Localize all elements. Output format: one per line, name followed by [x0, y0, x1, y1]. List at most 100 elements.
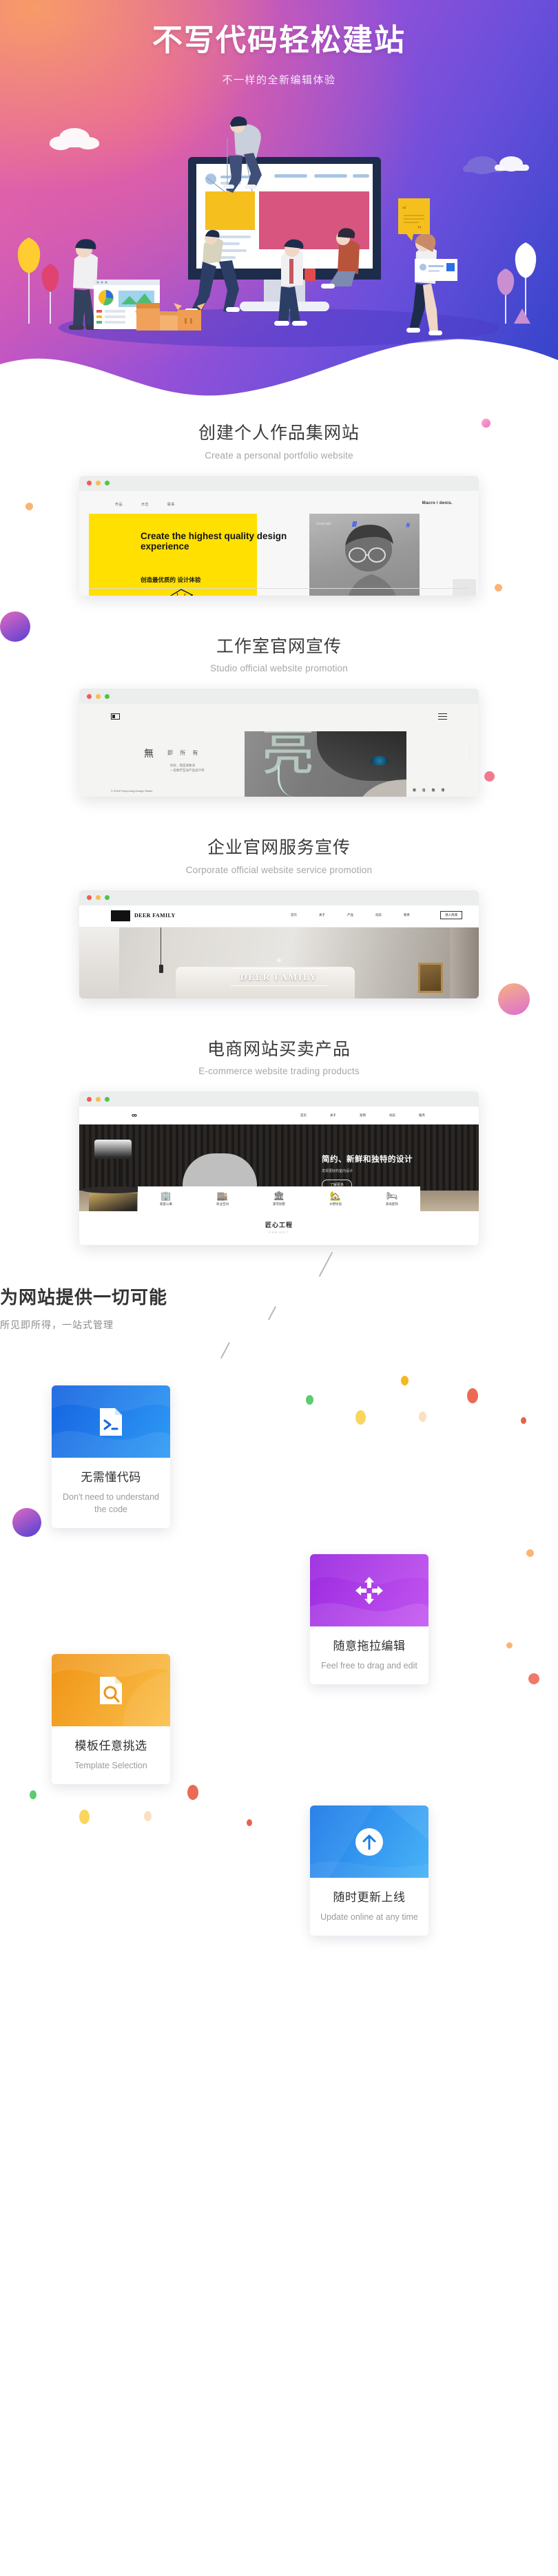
nav-item-home[interactable]: 首页	[300, 1113, 307, 1118]
deco-circle-purple-2	[12, 1508, 41, 1537]
mockup-nav-item[interactable]: 联系	[167, 502, 175, 507]
card-text-area: 随意拖拉编辑 Feel free to drag and edit	[310, 1626, 428, 1684]
deco-circle-orange-pink	[498, 983, 530, 1015]
minimize-dot-icon	[96, 693, 101, 699]
confetti-dot-green-2	[30, 1790, 37, 1799]
desc-line-1: 你好，我是梁敏涛	[170, 764, 195, 767]
confetti-dot-peach	[419, 1412, 426, 1422]
card-title-cn: 无需懂代码	[81, 1471, 141, 1484]
gray-placeholder-block	[453, 578, 476, 596]
feature-card-templates[interactable]: 模板任意挑选 Template Selection	[52, 1654, 170, 1785]
isometric-bar-icon	[169, 588, 194, 596]
nav-item-news[interactable]: 动态	[375, 913, 382, 917]
nav-item-products[interactable]: 产品	[347, 913, 353, 917]
section-title: 创建个人作品集网站	[198, 423, 360, 443]
section-title: 电商网站买卖产品	[207, 1039, 351, 1059]
studio-logo-icon[interactable]	[111, 713, 120, 720]
landing-page: 不写代码轻松建站 不一样的全新编辑体验 “ ” 创建个人作品集网站 Create…	[0, 0, 558, 1936]
card-icon-area	[52, 1385, 170, 1458]
furniture-icon: 🛏	[386, 1191, 398, 1201]
nav-item-service[interactable]: 服务	[419, 1113, 425, 1118]
antler-icon: ⌖	[276, 954, 282, 966]
mockup-nav: 作品 日志 联系	[115, 502, 175, 507]
enter-shop-button[interactable]: 进入商城	[440, 910, 462, 919]
hamburger-menu-icon[interactable]	[438, 713, 447, 722]
category-furniture[interactable]: 🛏 家具配饰	[386, 1191, 398, 1206]
face-profile-silhouette	[362, 779, 406, 797]
project-title-en: PROJECT	[269, 1231, 289, 1234]
confetti-dot-red	[467, 1388, 478, 1403]
card-icon-area	[310, 1805, 428, 1878]
office-icon: 🏬	[216, 1191, 229, 1201]
section-ecommerce: 电商网站买卖产品 E-commerce website trading prod…	[0, 998, 558, 1245]
nav-item-about[interactable]: 关于	[330, 1113, 336, 1118]
card-title-cn: 随时更新上线	[333, 1891, 406, 1904]
confetti-dot-peach-2	[144, 1811, 152, 1821]
nav-item-home[interactable]: 首页	[291, 913, 297, 917]
mockup-content: 作品 日志 联系 Macro / denis. Create the highe…	[79, 490, 479, 596]
mockup-content: 無 即 所 有 你好，我是梁敏涛 一名数字互动产品设计师 亮 ······· ©…	[79, 704, 479, 797]
category-label: 乡野民宿	[329, 1202, 342, 1206]
mockup-headline-cn: 创造最优质的 设计体验	[141, 576, 201, 583]
deco-dot-orange-1	[25, 503, 33, 510]
deco-circle-purple-1	[0, 611, 30, 642]
card-title-cn: 随意拖拉编辑	[333, 1640, 406, 1653]
browser-mockup-portfolio[interactable]: 作品 日志 联系 Macro / denis. Create the highe…	[79, 475, 479, 596]
feature-card-update-online[interactable]: 随时更新上线 Update online at any time	[310, 1805, 428, 1936]
maximize-dot-icon	[105, 1096, 110, 1102]
minimize-dot-icon	[96, 895, 101, 900]
hero-subtitle: 不一样的全新编辑体验	[222, 74, 336, 87]
feature-card-drag-edit[interactable]: 随意拖拉编辑 Feel free to drag and edit	[310, 1554, 428, 1685]
confetti-dot-yellow	[401, 1376, 409, 1385]
corporate-navbar: DEER FAMILY 首页 关于 产品 动态 联系 进入商城	[79, 905, 479, 928]
feature-card-no-code[interactable]: 无需懂代码 Don't need to understand the code	[52, 1385, 170, 1529]
svg-text:”: ”	[417, 224, 422, 234]
deco-dot-pink-2	[484, 771, 495, 782]
section-corporate: 企业官网服务宣传 Corporate official website serv…	[0, 797, 558, 998]
minimize-dot-icon	[96, 1096, 101, 1102]
category-homestay[interactable]: 🏡 乡野民宿	[329, 1191, 342, 1206]
confetti-dot-red-2	[187, 1785, 198, 1800]
category-villa[interactable]: 🏛 豪宅别墅	[273, 1191, 285, 1206]
browser-mockup-studio[interactable]: 無 即 所 有 你好，我是梁敏涛 一名数字互动产品设计师 亮 ······· ©…	[79, 689, 479, 797]
maximize-dot-icon	[105, 693, 110, 699]
category-label: 豪宅别墅	[273, 1202, 285, 1206]
corporate-hero-image: ⌖ DEER FAMILY	[79, 927, 479, 998]
studio-description: 你好，我是梁敏涛 一名数字互动产品设计师	[170, 763, 205, 773]
nav-item-cases[interactable]: 案例	[360, 1113, 366, 1118]
card-title-en: Don't need to understand the code	[63, 1492, 159, 1515]
nav-item-about[interactable]: 关于	[319, 913, 325, 917]
nav-item-contact[interactable]: 联系	[404, 913, 410, 917]
section-portfolio: 创建个人作品集网站 Create a personal portfolio we…	[0, 403, 558, 596]
mockup-titlebar	[79, 475, 479, 491]
divider	[231, 967, 327, 969]
section-title: 企业官网服务宣传	[207, 838, 351, 857]
card-icon-area	[52, 1654, 170, 1726]
card-title-en: Template Selection	[74, 1761, 147, 1770]
hero-illustration: “ ”	[17, 116, 537, 347]
nav-item-news[interactable]: 动态	[389, 1113, 395, 1118]
maximize-dot-icon	[105, 481, 110, 485]
category-apartment[interactable]: 🏢 家庭公寓	[160, 1191, 172, 1206]
browser-mockup-corporate[interactable]: DEER FAMILY 首页 关于 产品 动态 联系 进入商城 ⌖ DEER F…	[79, 890, 479, 998]
corporate-nav: 首页 关于 产品 动态 联系	[291, 913, 410, 917]
browser-mockup-ecommerce[interactable]: ∞ 首页 关于 案例 动态 服务 简约、新鲜和独特的设计 发现更好的室内设计 了…	[79, 1091, 479, 1245]
mockup-nav-item[interactable]: 作品	[115, 502, 123, 507]
mockup-content: DEER FAMILY 首页 关于 产品 动态 联系 进入商城 ⌖ DEER F…	[79, 905, 479, 998]
mockup-nav-item[interactable]: 日志	[141, 502, 149, 507]
portrait-silhouette	[345, 524, 396, 596]
move-arrows-icon	[355, 1576, 383, 1604]
hero-headline: 简约、新鲜和独特的设计	[322, 1155, 413, 1164]
deco-slash-1	[318, 1251, 333, 1277]
close-dot-icon	[87, 693, 92, 699]
section-subtitle: E-commerce website trading products	[198, 1066, 360, 1076]
hero-section: 不写代码轻松建站 不一样的全新编辑体验 “ ”	[0, 0, 558, 403]
tagline: 即 所 有	[167, 750, 201, 756]
category-office[interactable]: 🏬 商业空间	[216, 1191, 229, 1206]
deco-slash-3	[220, 1342, 230, 1359]
mockup-footer-links[interactable]: 微 信 微 博	[413, 788, 447, 793]
features-title: 为网站提供一切可能	[0, 1287, 168, 1308]
close-dot-icon	[87, 895, 92, 900]
mockup-titlebar	[79, 689, 479, 704]
mockup-footer: © 2018 PonyLeung Design Studio	[111, 789, 153, 793]
